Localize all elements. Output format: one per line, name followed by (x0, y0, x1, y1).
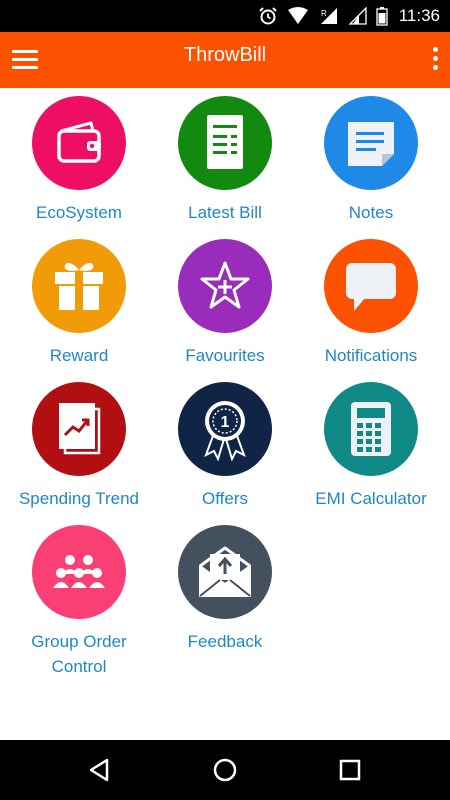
tile-label: Spending Trend (18, 489, 140, 508)
tile-feedback[interactable]: Feedback (152, 517, 298, 654)
tile-label: EcoSystem (36, 203, 122, 222)
tile-icon-circle (32, 382, 126, 476)
recents-button[interactable] (335, 755, 365, 785)
tile-favourites[interactable]: Favourites (152, 231, 298, 368)
bill-icon (207, 115, 243, 169)
tile-icon-circle (32, 96, 126, 190)
envelope-upload-icon (199, 546, 251, 597)
tile-label: Favourites (185, 346, 265, 365)
tile-offers[interactable]: 1 Offers (152, 374, 298, 511)
signal-empty-icon (348, 7, 367, 25)
gift-icon (55, 263, 103, 310)
chat-bubble-icon (346, 263, 396, 311)
tile-label: Reward (49, 346, 109, 365)
star-icon (200, 261, 250, 309)
battery-icon (376, 7, 388, 26)
more-vert-icon (432, 65, 438, 70)
recents-icon (339, 759, 361, 781)
signal-icon: R (320, 8, 337, 24)
tile-spending-trend[interactable]: Spending Trend (6, 374, 152, 511)
overflow-menu-button[interactable] (430, 47, 440, 75)
tile-icon-circle (324, 96, 418, 190)
tile-latest-bill[interactable]: Latest Bill (152, 88, 298, 225)
more-vert-icon (432, 56, 438, 61)
status-bar: R 11:36 (0, 0, 450, 32)
status-icons: R 11:36 (258, 0, 440, 32)
tile-label: EMI Calculator (315, 489, 427, 508)
tile-icon-circle: 1 (178, 382, 272, 476)
badge-ribbon-icon: 1 (204, 401, 246, 461)
tile-notes[interactable]: Notes (298, 88, 444, 225)
tile-icon-circle (324, 239, 418, 333)
app-bar: ThrowBill (0, 32, 450, 88)
tile-label: Group Order Control (31, 632, 127, 676)
back-button[interactable] (85, 755, 115, 785)
calculator-icon (351, 402, 391, 456)
trend-chart-icon (59, 403, 101, 455)
back-icon (89, 758, 109, 782)
wallet-icon (57, 121, 101, 163)
tile-icon-circle (32, 239, 126, 333)
group-people-icon (53, 555, 105, 588)
home-icon (213, 758, 237, 782)
home-button[interactable] (210, 755, 240, 785)
tile-label: Latest Bill (188, 203, 262, 222)
tile-icon-circle (178, 239, 272, 333)
tile-emi-calculator[interactable]: EMI Calculator (298, 374, 444, 511)
system-nav-bar (0, 740, 450, 800)
tile-label: Notifications (324, 346, 418, 365)
more-vert-icon (432, 47, 438, 52)
tile-label: Notes (348, 203, 394, 222)
wifi-icon (287, 7, 308, 24)
tile-icon-circle (178, 525, 272, 619)
tile-group-order-control[interactable]: Group Order Control (6, 517, 152, 679)
tile-label: Feedback (187, 632, 263, 651)
tile-icon-circle (32, 525, 126, 619)
tile-label: Offers (202, 489, 248, 508)
status-time: 11:36 (398, 6, 440, 25)
tile-reward[interactable]: Reward (6, 231, 152, 368)
svg-text:R: R (321, 9, 327, 18)
tile-icon-circle (178, 96, 272, 190)
tile-ecosystem[interactable]: EcoSystem (6, 88, 152, 225)
alarm-icon (259, 7, 277, 25)
tile-notifications[interactable]: Notifications (298, 231, 444, 368)
svg-text:1: 1 (221, 414, 230, 431)
tile-icon-circle (324, 382, 418, 476)
app-title: ThrowBill (183, 44, 267, 66)
note-icon (348, 122, 394, 166)
